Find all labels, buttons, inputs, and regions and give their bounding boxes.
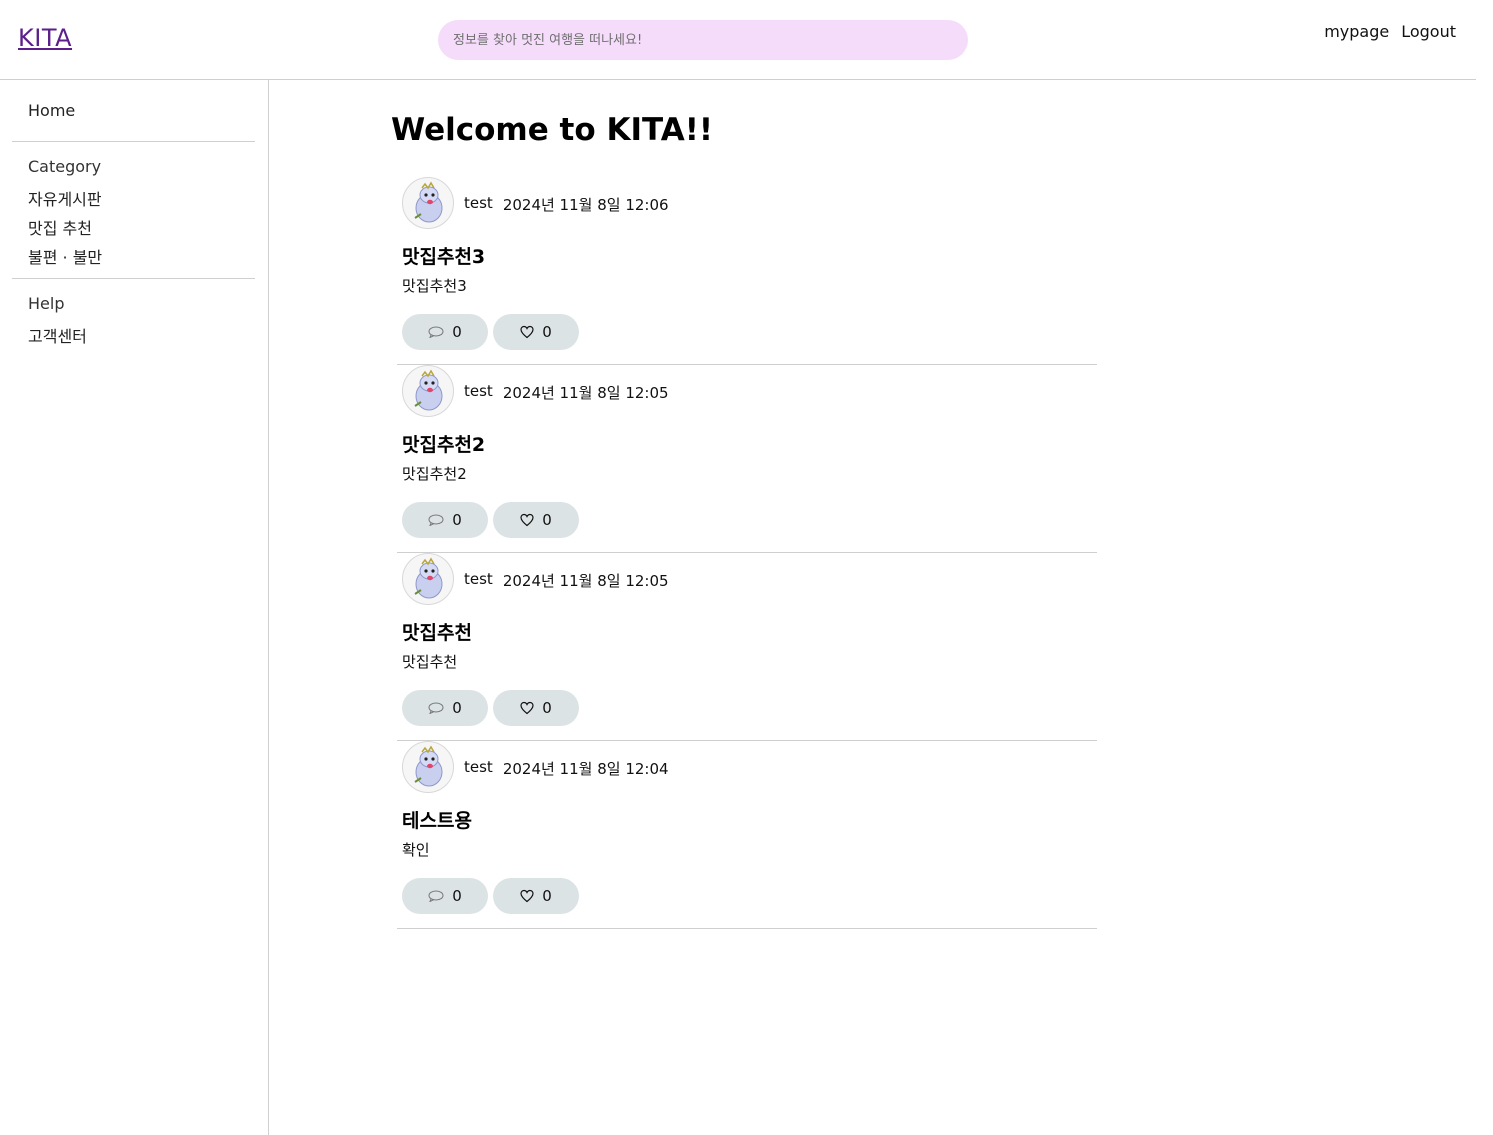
post-title[interactable]: 맛집추천2 bbox=[402, 430, 485, 457]
comment-button[interactable]: 0 bbox=[402, 502, 488, 538]
comment-button[interactable]: 0 bbox=[402, 314, 488, 350]
speech-bubble-icon bbox=[428, 326, 444, 338]
post-title[interactable]: 테스트용 bbox=[402, 806, 472, 833]
user-links: mypage Logout bbox=[1324, 22, 1456, 41]
comment-count: 0 bbox=[452, 699, 462, 717]
avatar[interactable] bbox=[402, 553, 454, 605]
post-date: 2024년 11월 8일 12:04 bbox=[502, 760, 669, 778]
post-body: 맛집추천2 bbox=[402, 465, 467, 483]
like-count: 0 bbox=[542, 511, 552, 529]
post-card: test 2024년 11월 8일 12:06 맛집추천3 맛집추천3 0 0 bbox=[397, 177, 1097, 365]
heart-outline-icon bbox=[520, 513, 534, 527]
post-card: test 2024년 11월 8일 12:05 맛집추천2 맛집추천2 0 0 bbox=[397, 365, 1097, 553]
sidebar-item-home[interactable]: Home bbox=[28, 101, 75, 120]
sidebar-divider bbox=[12, 278, 255, 279]
post-author[interactable]: test bbox=[464, 382, 493, 403]
speech-bubble-icon bbox=[428, 890, 444, 902]
post-title[interactable]: 맛집추천 bbox=[402, 618, 472, 645]
avatar[interactable] bbox=[402, 365, 454, 417]
like-button[interactable]: 0 bbox=[493, 314, 579, 350]
comment-count: 0 bbox=[452, 511, 462, 529]
comment-count: 0 bbox=[452, 887, 462, 905]
page-title: Welcome to KITA!! bbox=[391, 112, 714, 148]
sidebar: Home Category 자유게시판 맛집 추천 불편 · 불만 Help 고… bbox=[0, 80, 269, 1135]
like-count: 0 bbox=[542, 323, 552, 341]
post-meta: test 2024년 11월 8일 12:05 bbox=[464, 570, 669, 591]
like-count: 0 bbox=[542, 699, 552, 717]
post-date: 2024년 11월 8일 12:06 bbox=[502, 196, 669, 214]
heart-outline-icon bbox=[520, 701, 534, 715]
avatar[interactable] bbox=[402, 177, 454, 229]
like-button[interactable]: 0 bbox=[493, 690, 579, 726]
site-logo[interactable]: KITA bbox=[18, 24, 72, 52]
post-card: test 2024년 11월 8일 12:04 테스트용 확인 0 0 bbox=[397, 741, 1097, 929]
post-date: 2024년 11월 8일 12:05 bbox=[502, 572, 669, 590]
sidebar-item-complaints[interactable]: 불편 · 불만 bbox=[28, 244, 102, 268]
avatar[interactable] bbox=[402, 741, 454, 793]
heart-outline-icon bbox=[520, 325, 534, 339]
post-author[interactable]: test bbox=[464, 758, 493, 779]
post-author[interactable]: test bbox=[464, 570, 493, 591]
like-button[interactable]: 0 bbox=[493, 878, 579, 914]
sidebar-heading-category: Category bbox=[28, 157, 102, 176]
like-button[interactable]: 0 bbox=[493, 502, 579, 538]
sidebar-item-restaurant[interactable]: 맛집 추천 bbox=[28, 215, 92, 239]
search-input[interactable] bbox=[438, 20, 968, 60]
comment-button[interactable]: 0 bbox=[402, 690, 488, 726]
avatar-mascot-icon bbox=[414, 369, 443, 411]
post-meta: test 2024년 11월 8일 12:04 bbox=[464, 758, 669, 779]
sidebar-divider bbox=[12, 141, 255, 142]
post-date: 2024년 11월 8일 12:05 bbox=[502, 384, 669, 402]
speech-bubble-icon bbox=[428, 702, 444, 714]
post-body: 확인 bbox=[402, 841, 430, 859]
sidebar-item-customer-center[interactable]: 고객센터 bbox=[28, 323, 87, 347]
avatar-mascot-icon bbox=[414, 745, 443, 787]
post-body: 맛집추천3 bbox=[402, 277, 467, 295]
mypage-link[interactable]: mypage bbox=[1324, 22, 1389, 41]
post-body: 맛집추천 bbox=[402, 653, 458, 671]
post-meta: test 2024년 11월 8일 12:05 bbox=[464, 382, 669, 403]
sidebar-heading-help: Help bbox=[28, 294, 65, 313]
logout-link[interactable]: Logout bbox=[1401, 22, 1456, 41]
comment-count: 0 bbox=[452, 323, 462, 341]
top-header: KITA mypage Logout bbox=[0, 0, 1476, 80]
comment-button[interactable]: 0 bbox=[402, 878, 488, 914]
sidebar-item-free-board[interactable]: 자유게시판 bbox=[28, 186, 102, 210]
post-title[interactable]: 맛집추천3 bbox=[402, 242, 485, 269]
avatar-mascot-icon bbox=[414, 557, 443, 599]
speech-bubble-icon bbox=[428, 514, 444, 526]
like-count: 0 bbox=[542, 887, 552, 905]
post-meta: test 2024년 11월 8일 12:06 bbox=[464, 194, 669, 215]
avatar-mascot-icon bbox=[414, 181, 443, 223]
post-author[interactable]: test bbox=[464, 194, 493, 215]
heart-outline-icon bbox=[520, 889, 534, 903]
post-card: test 2024년 11월 8일 12:05 맛집추천 맛집추천 0 0 bbox=[397, 553, 1097, 741]
